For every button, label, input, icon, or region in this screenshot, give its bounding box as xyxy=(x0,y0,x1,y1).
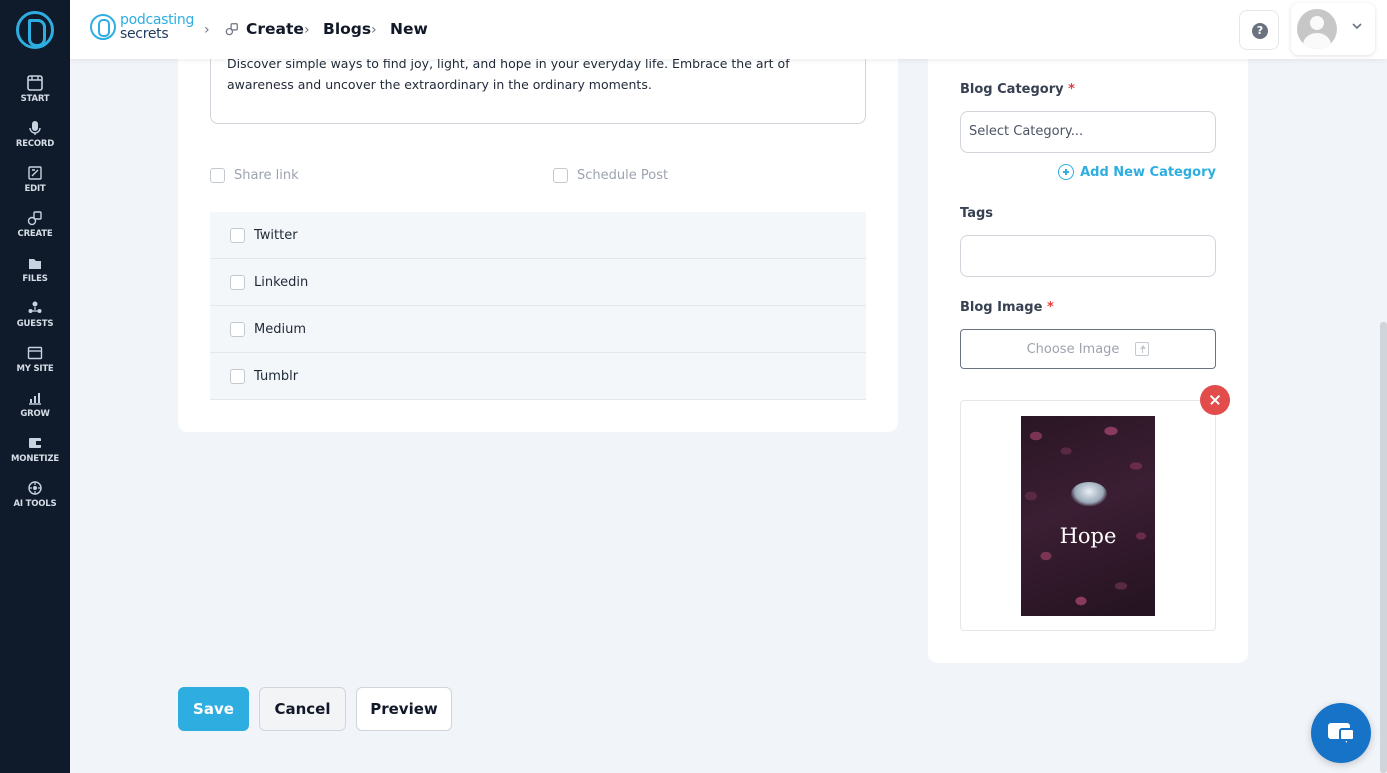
sidebar-item-monetize[interactable]: MONETIZE xyxy=(0,435,70,477)
blog-image-label: Blog Image * xyxy=(960,300,1054,315)
brand-logo-icon[interactable] xyxy=(16,11,54,49)
social-option-tumblr[interactable]: Tumblr xyxy=(210,353,866,400)
start-icon xyxy=(27,75,43,91)
sidebar-item-my-site[interactable]: MY SITE xyxy=(0,345,70,387)
sidebar: START RECORD EDIT CREATE FILES GUESTS MY… xyxy=(0,0,70,773)
share-link-label: Share link xyxy=(234,168,299,183)
sidebar-item-create[interactable]: CREATE xyxy=(0,210,70,252)
category-select[interactable]: Select Category... xyxy=(960,111,1216,153)
share-link-checkbox[interactable]: Share link xyxy=(210,168,299,183)
sidebar-item-label: AI TOOLS xyxy=(13,499,57,509)
create-icon xyxy=(225,22,239,36)
blog-form-card: Discover simple ways to find joy, light,… xyxy=(178,36,898,432)
required-mark: * xyxy=(1068,82,1075,97)
top-header: podcasting secrets › Create › Blogs › Ne… xyxy=(70,0,1387,59)
social-label: Linkedin xyxy=(254,274,309,290)
sidebar-item-guests[interactable]: GUESTS xyxy=(0,300,70,342)
cancel-button[interactable]: Cancel xyxy=(259,687,346,731)
add-new-category-label: Add New Category xyxy=(1080,164,1216,180)
social-share-list: Twitter Linkedin Medium Tumblr xyxy=(210,212,866,400)
profile-menu[interactable] xyxy=(1291,3,1375,55)
chevron-right-icon: › xyxy=(371,22,377,38)
tags-input[interactable] xyxy=(960,235,1216,277)
plus-circle-icon xyxy=(1058,164,1075,180)
schedule-post-label: Schedule Post xyxy=(577,168,669,183)
tags-label: Tags xyxy=(960,206,994,221)
sidebar-item-start[interactable]: START xyxy=(0,75,70,117)
chevron-right-icon: › xyxy=(204,22,210,38)
sidebar-item-label: GUESTS xyxy=(16,319,54,329)
sidebar-item-record[interactable]: RECORD xyxy=(0,120,70,162)
logo-text-bottom: secrets xyxy=(120,26,169,42)
blog-cover-image: Hope xyxy=(1021,416,1155,616)
scrollbar-thumb[interactable] xyxy=(1380,322,1387,773)
sidebar-item-label: CREATE xyxy=(17,229,53,239)
choose-image-button[interactable]: Choose Image xyxy=(960,329,1216,369)
podcasting-secrets-logo[interactable]: podcasting secrets xyxy=(90,12,200,42)
monetize-icon xyxy=(27,435,43,451)
sidebar-item-files[interactable]: FILES xyxy=(0,255,70,297)
blog-category-label-text: Blog Category xyxy=(960,82,1064,97)
sidebar-item-label: MONETIZE xyxy=(11,454,59,464)
blog-category-label: Blog Category * xyxy=(960,82,1075,97)
help-button[interactable]: ? xyxy=(1239,10,1279,50)
chat-bubble-icon xyxy=(1339,728,1355,741)
schedule-post-checkbox[interactable]: Schedule Post xyxy=(553,168,668,183)
image-preview: Hope xyxy=(960,400,1216,631)
checkbox[interactable] xyxy=(553,168,568,183)
social-option-twitter[interactable]: Twitter xyxy=(210,212,866,259)
cover-light-graphic xyxy=(1071,482,1107,506)
ai-tools-icon xyxy=(27,480,43,496)
chevron-right-icon: › xyxy=(304,22,310,38)
checkbox[interactable] xyxy=(230,227,245,243)
sidebar-item-label: RECORD xyxy=(15,139,55,149)
preview-button[interactable]: Preview xyxy=(356,687,452,731)
chat-widget-button[interactable] xyxy=(1311,703,1371,763)
sidebar-item-label: EDIT xyxy=(24,184,46,194)
logo-mark-icon xyxy=(90,14,116,40)
sidebar-item-label: MY SITE xyxy=(16,364,54,374)
add-new-category-link[interactable]: Add New Category xyxy=(1058,164,1216,180)
save-button[interactable]: Save xyxy=(178,687,249,731)
site-icon xyxy=(27,345,43,361)
sidebar-item-label: GROW xyxy=(20,409,50,419)
breadcrumb-create[interactable]: Create xyxy=(246,20,304,38)
help-icon: ? xyxy=(1252,23,1268,39)
cover-title-text: Hope xyxy=(1059,524,1117,548)
upload-icon xyxy=(1135,342,1150,356)
social-option-linkedin[interactable]: Linkedin xyxy=(210,259,866,306)
checkbox[interactable] xyxy=(230,274,245,290)
files-icon xyxy=(27,255,43,271)
sidebar-item-ai-tools[interactable]: AI TOOLS xyxy=(0,480,70,522)
blog-image-label-text: Blog Image xyxy=(960,300,1043,315)
avatar xyxy=(1297,9,1337,49)
blog-settings-card: Blog Category * Select Category... Add N… xyxy=(928,36,1248,663)
microphone-icon xyxy=(27,120,43,136)
social-option-medium[interactable]: Medium xyxy=(210,306,866,353)
sidebar-item-edit[interactable]: EDIT xyxy=(0,165,70,207)
sidebar-item-grow[interactable]: GROW xyxy=(0,390,70,432)
edit-icon xyxy=(27,165,43,181)
remove-image-button[interactable] xyxy=(1200,385,1230,415)
social-label: Twitter xyxy=(254,227,298,243)
guests-icon xyxy=(27,300,43,316)
grow-chart-icon xyxy=(27,390,43,406)
chevron-down-icon xyxy=(1351,20,1363,32)
breadcrumb-new: New xyxy=(390,20,428,38)
create-icon xyxy=(27,210,43,226)
sidebar-item-label: FILES xyxy=(22,274,48,284)
checkbox[interactable] xyxy=(230,321,245,337)
social-label: Tumblr xyxy=(254,368,299,384)
sidebar-item-label: START xyxy=(20,94,50,104)
social-label: Medium xyxy=(254,321,306,337)
choose-image-label: Choose Image xyxy=(1026,341,1120,357)
required-mark: * xyxy=(1046,300,1054,315)
checkbox[interactable] xyxy=(210,168,225,183)
checkbox[interactable] xyxy=(230,368,245,384)
breadcrumb-blogs[interactable]: Blogs xyxy=(323,20,371,38)
